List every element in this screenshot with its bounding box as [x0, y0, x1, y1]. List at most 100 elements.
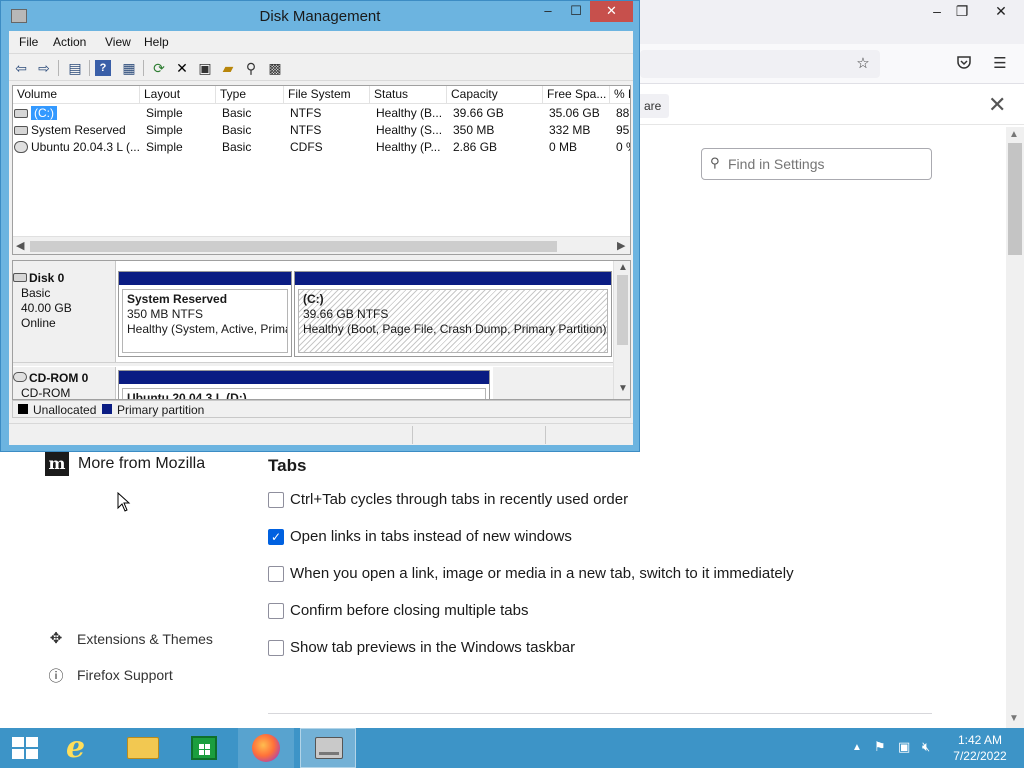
volume-status: Healthy (P...	[376, 140, 441, 154]
switch-to-new-tab-label: When you open a link, image or media in …	[290, 565, 794, 582]
volume-name: Ubuntu 20.04.3 L (...	[13, 139, 140, 156]
partition-name: Ubuntu 20.04.3 L (D:)	[127, 391, 247, 400]
scroll-up-icon[interactable]: ▲	[618, 262, 628, 273]
menu-file[interactable]: File	[19, 35, 38, 49]
partition-name: System Reserved	[127, 292, 228, 306]
disk-management-titlebar[interactable]: Disk Management – ☐ ✕	[1, 1, 639, 31]
column-capacity[interactable]: Capacity	[447, 86, 543, 104]
vertical-scrollbar[interactable]: ▲ ▼	[613, 261, 630, 399]
menu-help[interactable]: Help	[144, 35, 169, 49]
hamburger-menu-icon[interactable]: ☰	[990, 54, 1010, 74]
cdrom-0-label[interactable]: CD-ROM 0 CD-ROM	[13, 367, 116, 399]
open-folder-icon[interactable]: ▰	[218, 58, 238, 78]
horizontal-scrollbar[interactable]: ◀ ▶	[13, 236, 630, 254]
scrollbar-thumb[interactable]	[30, 241, 557, 252]
file-explorer-taskbar-button[interactable]	[115, 728, 171, 768]
column-status[interactable]: Status	[370, 86, 447, 104]
status-bar	[9, 423, 633, 445]
find-in-settings[interactable]: ⚲	[701, 148, 932, 180]
disk-management-taskbar-button[interactable]	[300, 728, 356, 768]
scroll-up-icon[interactable]: ▲	[1009, 129, 1019, 140]
volume-capacity: 350 MB	[453, 123, 495, 137]
maximize-button[interactable]: ☐	[563, 1, 589, 22]
cd-drive-icon	[13, 372, 27, 382]
clock-time: 1:42 AM	[957, 733, 1003, 747]
empty-area	[493, 367, 613, 399]
firefox-icon	[252, 734, 280, 762]
column-free-space[interactable]: Free Spa...	[543, 86, 610, 104]
column-file-system[interactable]: File System	[284, 86, 370, 104]
confirm-close-tabs-checkbox[interactable]	[268, 603, 284, 619]
volume-free: 35.06 GB	[549, 106, 600, 120]
search-icon[interactable]: ⚲	[241, 58, 261, 78]
ubuntu-cd-partition[interactable]: Ubuntu 20.04.3 L (D:)	[118, 370, 490, 400]
view-settings-icon[interactable]: ▩	[265, 58, 285, 78]
console-tree-icon[interactable]: ▤	[65, 58, 85, 78]
firefox-maximize-button[interactable]: ❐	[945, 0, 979, 22]
volume-muted-icon[interactable]: 🔇︎	[922, 739, 930, 755]
column-type[interactable]: Type	[216, 86, 284, 104]
ctrl-tab-checkbox[interactable]	[268, 492, 284, 508]
bookmark-star-icon[interactable]: ☆	[853, 54, 873, 74]
scrollbar-thumb[interactable]	[617, 275, 628, 345]
notification-close-icon[interactable]: ✕	[988, 92, 1006, 118]
scroll-right-icon[interactable]: ▶	[617, 239, 625, 252]
confirm-close-tabs-label: Confirm before closing multiple tabs	[290, 602, 529, 619]
new-icon[interactable]: ▣	[195, 58, 215, 78]
delete-icon[interactable]: ✕	[172, 58, 192, 78]
help-icon[interactable]: ?	[95, 60, 111, 76]
volume-row[interactable]: Ubuntu 20.04.3 L (... Simple Basic CDFS …	[13, 139, 630, 156]
properties-icon[interactable]: ▦	[119, 58, 139, 78]
disk-0-label[interactable]: Disk 0 Basic 40.00 GB Online	[13, 261, 116, 364]
scroll-down-icon[interactable]: ▼	[1009, 713, 1019, 724]
internet-explorer-icon: e	[66, 730, 86, 765]
show-hidden-icons-icon[interactable]: ▲	[852, 742, 862, 753]
column-volume[interactable]: Volume	[13, 86, 140, 104]
unallocated-swatch	[18, 404, 28, 414]
address-bar[interactable]	[640, 50, 880, 78]
switch-to-new-tab-checkbox[interactable]	[268, 566, 284, 582]
tab-previews-checkbox[interactable]	[268, 640, 284, 656]
network-icon[interactable]: ▣	[898, 739, 910, 755]
minimize-button[interactable]: –	[536, 1, 560, 22]
partition-color-bar	[295, 272, 611, 285]
volume-free: 332 MB	[549, 123, 591, 137]
notification-button[interactable]: are	[636, 94, 670, 118]
internet-explorer-taskbar-button[interactable]: e	[54, 728, 110, 768]
menu-action[interactable]: Action	[53, 35, 86, 49]
primary-partition-swatch	[102, 404, 112, 414]
c-drive-partition[interactable]: (C:) 39.66 GB NTFS Healthy (Boot, Page F…	[294, 271, 612, 357]
toolbar-separator	[89, 60, 90, 76]
disk-management-window: Disk Management – ☐ ✕ File Action View H…	[0, 0, 640, 452]
start-button[interactable]	[0, 728, 50, 768]
menu-view[interactable]: View	[105, 35, 131, 49]
scroll-down-icon[interactable]: ▼	[618, 383, 628, 394]
disk-0-size: 40.00 GB	[21, 301, 72, 315]
volume-row[interactable]: System Reserved Simple Basic NTFS Health…	[13, 122, 630, 139]
open-links-in-tabs-checkbox[interactable]: ✓	[268, 529, 284, 545]
pocket-icon[interactable]	[954, 54, 974, 74]
store-taskbar-button[interactable]	[176, 728, 232, 768]
action-center-flag-icon[interactable]: ⚑	[874, 739, 886, 755]
menu-bar: File Action View Help	[9, 31, 633, 53]
system-reserved-partition[interactable]: System Reserved 350 MB NTFS Healthy (Sys…	[118, 271, 292, 357]
tab-previews-label: Show tab previews in the Windows taskbar	[290, 639, 576, 656]
column-percent-free[interactable]: % F	[610, 86, 630, 104]
back-arrow-icon[interactable]: ⇦	[11, 58, 31, 78]
scrollbar-thumb[interactable]	[1008, 143, 1022, 255]
system-clock[interactable]: 1:42 AM 7/22/2022	[944, 732, 1016, 764]
disk-separator	[13, 362, 613, 366]
refresh-icon[interactable]: ⟳	[149, 58, 169, 78]
volume-row[interactable]: (C:) Simple Basic NTFS Healthy (B... 39.…	[13, 105, 630, 122]
firefox-close-button[interactable]: ✕	[984, 0, 1018, 22]
scroll-left-icon[interactable]: ◀	[16, 239, 24, 252]
column-layout[interactable]: Layout	[140, 86, 216, 104]
firefox-taskbar-button[interactable]	[238, 728, 294, 768]
partition-color-bar	[119, 272, 291, 285]
find-in-settings-input[interactable]	[728, 154, 918, 174]
partition-color-bar	[119, 371, 489, 384]
forward-arrow-icon[interactable]: ⇨	[34, 58, 54, 78]
disk-0-state: Online	[21, 316, 56, 330]
firefox-scrollbar[interactable]: ▲ ▼	[1006, 127, 1024, 728]
close-button[interactable]: ✕	[590, 1, 633, 22]
